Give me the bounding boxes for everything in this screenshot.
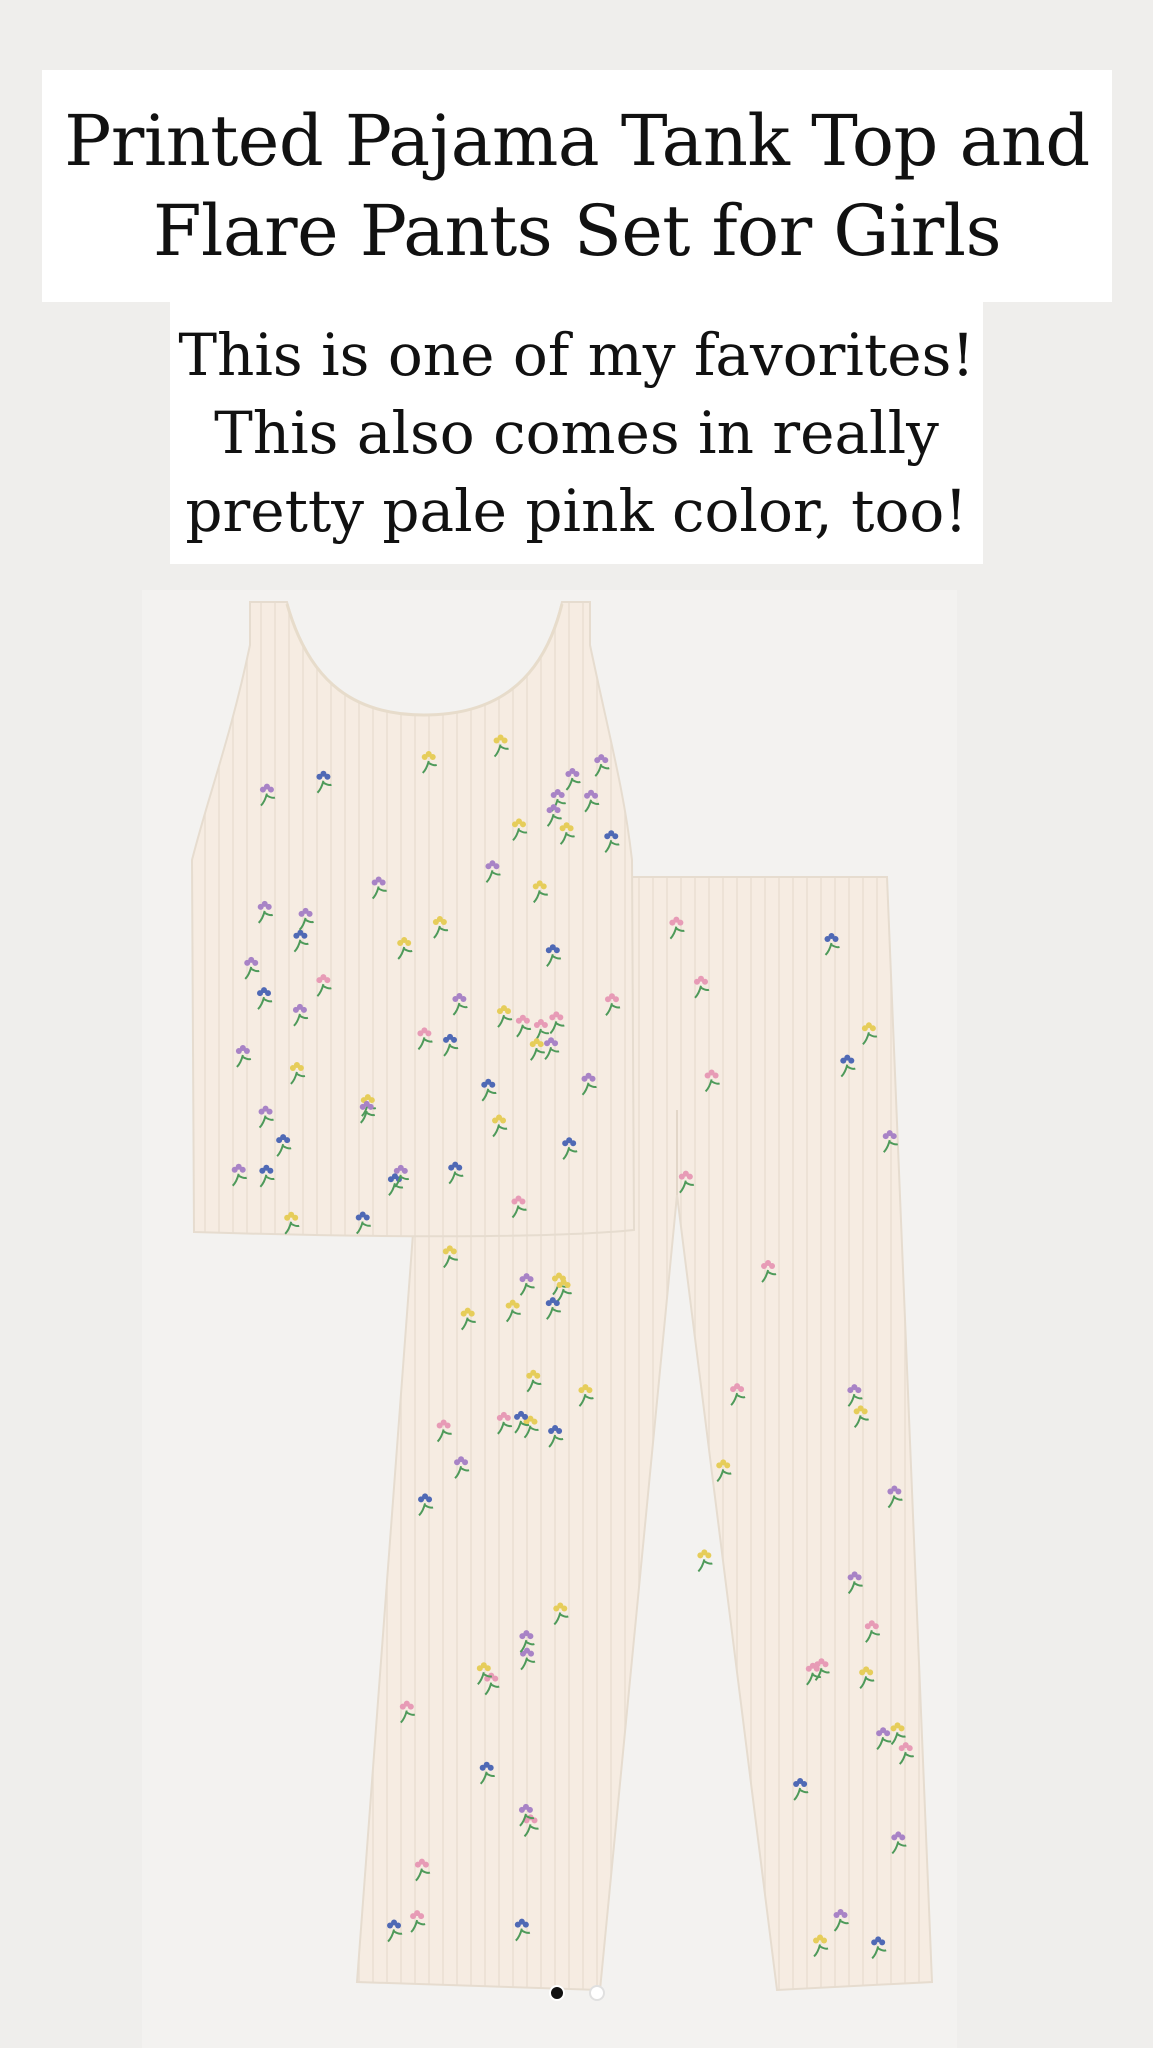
flower-motif xyxy=(697,1549,713,1573)
carousel-dot-2[interactable] xyxy=(588,1985,605,2001)
product-title-line-1: Printed Pajama Tank Top and xyxy=(64,100,1090,182)
caption-line-3: pretty pale pink color, too! xyxy=(185,477,968,545)
carousel-indicator xyxy=(0,1985,1153,2001)
pajama-set-illustration xyxy=(190,601,934,1992)
caption-line-1: This is one of my favorites! xyxy=(178,321,975,389)
carousel-dot-1[interactable] xyxy=(548,1985,565,2001)
caption-note: This is one of my favorites! This also c… xyxy=(170,302,983,564)
caption-line-2: This also comes in really xyxy=(214,399,939,467)
product-image[interactable] xyxy=(142,590,957,2048)
product-title: Printed Pajama Tank Top and Flare Pants … xyxy=(42,70,1112,302)
product-title-line-2: Flare Pants Set for Girls xyxy=(152,190,1002,272)
